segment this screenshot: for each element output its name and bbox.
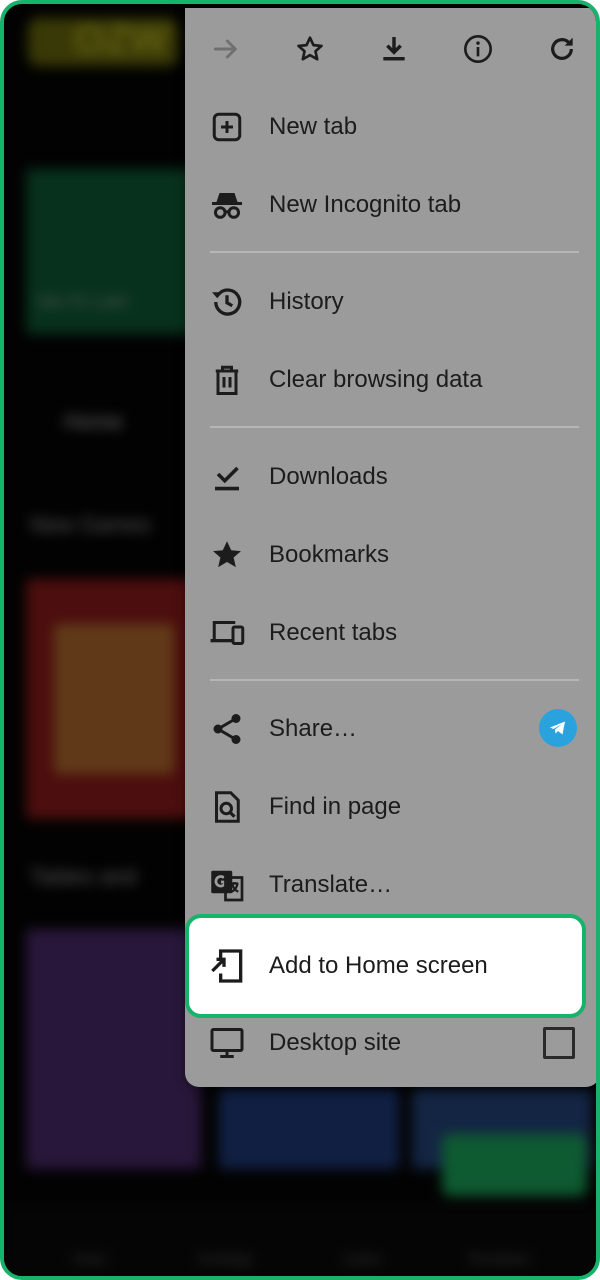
menu-item-find-in-page[interactable]: Find in page (185, 768, 596, 846)
menu-item-label: New Incognito tab (269, 191, 462, 218)
menu-item-label: Add to Home screen (269, 952, 488, 979)
forward-button[interactable] (201, 24, 251, 74)
incognito-icon (209, 187, 245, 223)
menu-item-translate[interactable]: Translate… (185, 846, 596, 924)
forward-icon (213, 39, 237, 59)
menu-divider (210, 426, 579, 428)
menu-item-desktop-site[interactable]: Desktop site (185, 1004, 596, 1082)
download-icon (383, 37, 405, 61)
menu-item-recent-tabs[interactable]: Recent tabs (185, 594, 596, 672)
history-icon (209, 284, 245, 320)
add-to-home-screen-icon (209, 946, 249, 986)
menu-item-label: Translate… (269, 871, 393, 898)
desktop-icon (209, 1025, 245, 1061)
menu-item-label: Downloads (269, 463, 388, 490)
menu-item-downloads[interactable]: Downloads (185, 438, 596, 516)
menu-item-label: Find in page (269, 793, 402, 820)
phone-screen-frame: OZW Win ₹1 Lakh Home New Games Tables an… (0, 0, 600, 1280)
menu-item-label: Share… (269, 715, 358, 742)
menu-item-bookmarks[interactable]: Bookmarks (185, 516, 596, 594)
info-icon (464, 35, 492, 63)
browser-overflow-menu: New tab New Incognito tab History Clear … (185, 8, 596, 1087)
telegram-icon (550, 721, 565, 735)
menu-item-share[interactable]: Share… (185, 690, 596, 768)
menu-item-add-to-home-screen[interactable]: Add to Home screen (185, 914, 586, 1018)
menu-item-label: Recent tabs (269, 619, 398, 646)
bookmark-button[interactable] (285, 24, 335, 74)
star-filled-icon (209, 537, 245, 573)
desktop-site-checkbox[interactable] (543, 1027, 575, 1059)
menu-toolbar (185, 8, 596, 88)
menu-item-label: Bookmarks (269, 541, 390, 568)
new-tab-icon (209, 109, 245, 145)
devices-icon (209, 615, 245, 651)
download-page-button[interactable] (369, 24, 419, 74)
share-icon (209, 711, 245, 747)
menu-item-new-incognito-tab[interactable]: New Incognito tab (185, 166, 596, 244)
translate-icon (209, 867, 245, 903)
refresh-button[interactable] (537, 24, 587, 74)
menu-item-new-tab[interactable]: New tab (185, 88, 596, 166)
page-info-button[interactable] (453, 24, 503, 74)
downloads-check-icon (209, 459, 245, 495)
menu-item-label: New tab (269, 113, 358, 140)
menu-item-label: History (269, 288, 344, 315)
menu-item-label: Desktop site (269, 1029, 402, 1056)
menu-item-clear-browsing-data[interactable]: Clear browsing data (185, 341, 596, 419)
trash-icon (209, 362, 245, 398)
menu-divider (210, 251, 579, 253)
star-outline-icon (297, 36, 323, 61)
find-in-page-icon (209, 789, 245, 825)
menu-item-history[interactable]: History (185, 263, 596, 341)
telegram-share-shortcut[interactable] (539, 709, 577, 747)
menu-divider (210, 679, 579, 681)
refresh-icon (551, 37, 573, 60)
menu-item-label: Clear browsing data (269, 366, 483, 393)
